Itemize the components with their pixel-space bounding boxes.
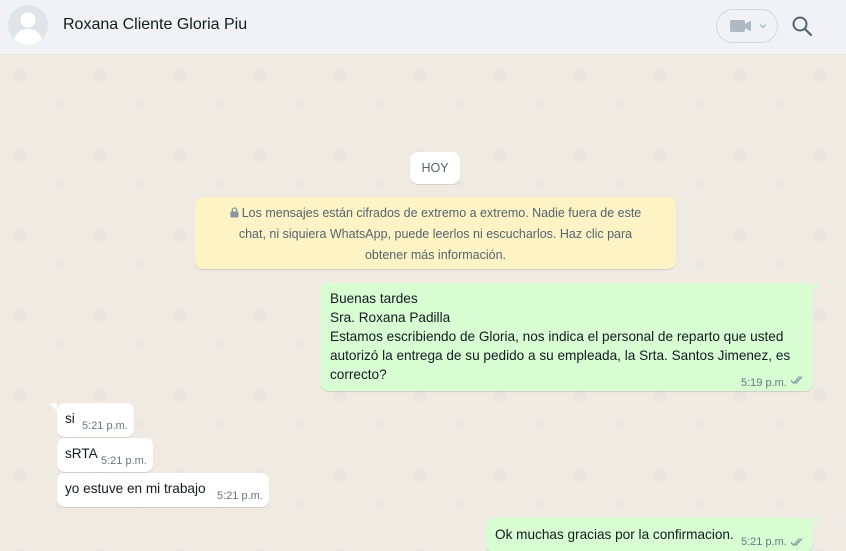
avatar-placeholder-icon: [8, 5, 48, 45]
bubble-tail: [813, 518, 821, 526]
message-timestamp: 5:21 p.m.: [217, 490, 263, 502]
encryption-notice-line: Los mensajes están cifrados de extremo a…: [241, 206, 642, 220]
incoming-message[interactable]: si 5:21 p.m.: [57, 403, 134, 437]
message-text-line: correcto?: [330, 367, 387, 382]
message-text: sRTA: [65, 446, 98, 461]
double-check-icon: [790, 376, 803, 385]
message-timestamp: 5:19 p.m.: [741, 377, 787, 389]
encryption-notice-line: chat, ni siquiera WhatsApp, puede leerlo…: [238, 227, 633, 241]
message-text: Ok muchas gracias por la confirmacion.: [495, 527, 734, 542]
contact-avatar[interactable]: [8, 5, 48, 45]
message-text: si: [65, 411, 75, 426]
message-text-line: Estamos escribiendo de Gloria, nos indic…: [330, 329, 784, 344]
date-chip: HOY: [410, 152, 460, 184]
lock-icon: [230, 207, 239, 218]
search-button[interactable]: [790, 14, 814, 38]
search-icon: [792, 16, 813, 37]
video-call-button[interactable]: [716, 9, 778, 43]
message-text-line: Buenas tardes: [330, 291, 418, 306]
message-text: yo estuve en mi trabajo: [65, 481, 206, 496]
incoming-message[interactable]: yo estuve en mi trabajo 5:21 p.m.: [57, 473, 269, 507]
bubble-tail: [49, 403, 57, 411]
double-check-icon: [790, 538, 803, 547]
message-text-line: autorizó la entrega de su pedido a su em…: [330, 348, 791, 363]
incoming-message[interactable]: sRTA 5:21 p.m.: [57, 438, 153, 472]
contact-name[interactable]: Roxana Cliente Gloria Piu: [63, 16, 247, 34]
message-timestamp: 5:21 p.m.: [741, 536, 787, 548]
video-call-icon: [730, 20, 751, 32]
outgoing-message[interactable]: Buenas tardes Sra. Roxana Padilla Estamo…: [321, 283, 813, 391]
encryption-notice[interactable]: Los mensajes están cifrados de extremo a…: [195, 197, 676, 269]
message-text-line: Sra. Roxana Padilla: [330, 310, 451, 325]
outgoing-message[interactable]: Ok muchas gracias por la confirmacion. 5…: [486, 518, 813, 551]
message-area[interactable]: HOY Los mensajes están cifrados de extre…: [0, 55, 846, 551]
chevron-down-icon: [759, 24, 767, 29]
message-timestamp: 5:21 p.m.: [101, 455, 147, 467]
bubble-tail: [813, 283, 821, 291]
chat-header: Roxana Cliente Gloria Piu: [0, 0, 846, 55]
encryption-notice-line: obtener más información.: [364, 248, 507, 262]
message-timestamp: 5:21 p.m.: [82, 420, 128, 432]
